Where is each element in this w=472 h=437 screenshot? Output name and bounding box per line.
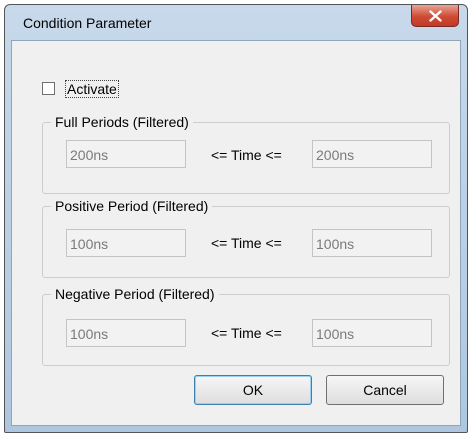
title-bar[interactable]: Condition Parameter (5, 5, 467, 41)
group-title: Positive Period (Filtered) (51, 198, 213, 214)
cancel-button[interactable]: Cancel (326, 375, 444, 405)
relation-label: <= Time <= (211, 235, 282, 251)
full-periods-max-field[interactable]: 200ns (312, 140, 432, 168)
close-icon (429, 10, 442, 22)
close-button[interactable] (411, 5, 459, 27)
positive-period-max-field[interactable]: 100ns (312, 229, 432, 257)
group-title: Negative Period (Filtered) (51, 286, 219, 302)
activate-checkbox[interactable] (42, 82, 55, 95)
negative-period-max-field[interactable]: 100ns (312, 319, 432, 347)
relation-label: <= Time <= (211, 147, 282, 163)
relation-label: <= Time <= (211, 325, 282, 341)
ok-button[interactable]: OK (194, 375, 312, 405)
activate-label[interactable]: Activate (65, 80, 119, 98)
window-title: Condition Parameter (23, 15, 152, 31)
full-periods-min-field[interactable]: 200ns (66, 140, 186, 168)
dialog-body: Activate Full Periods (Filtered) 200ns <… (11, 40, 461, 426)
negative-period-group: Negative Period (Filtered) 100ns <= Time… (42, 286, 450, 366)
positive-period-group: Positive Period (Filtered) 100ns <= Time… (42, 198, 450, 278)
full-periods-group: Full Periods (Filtered) 200ns <= Time <=… (42, 114, 450, 194)
positive-period-min-field[interactable]: 100ns (66, 229, 186, 257)
group-title: Full Periods (Filtered) (51, 114, 193, 130)
negative-period-min-field[interactable]: 100ns (66, 319, 186, 347)
